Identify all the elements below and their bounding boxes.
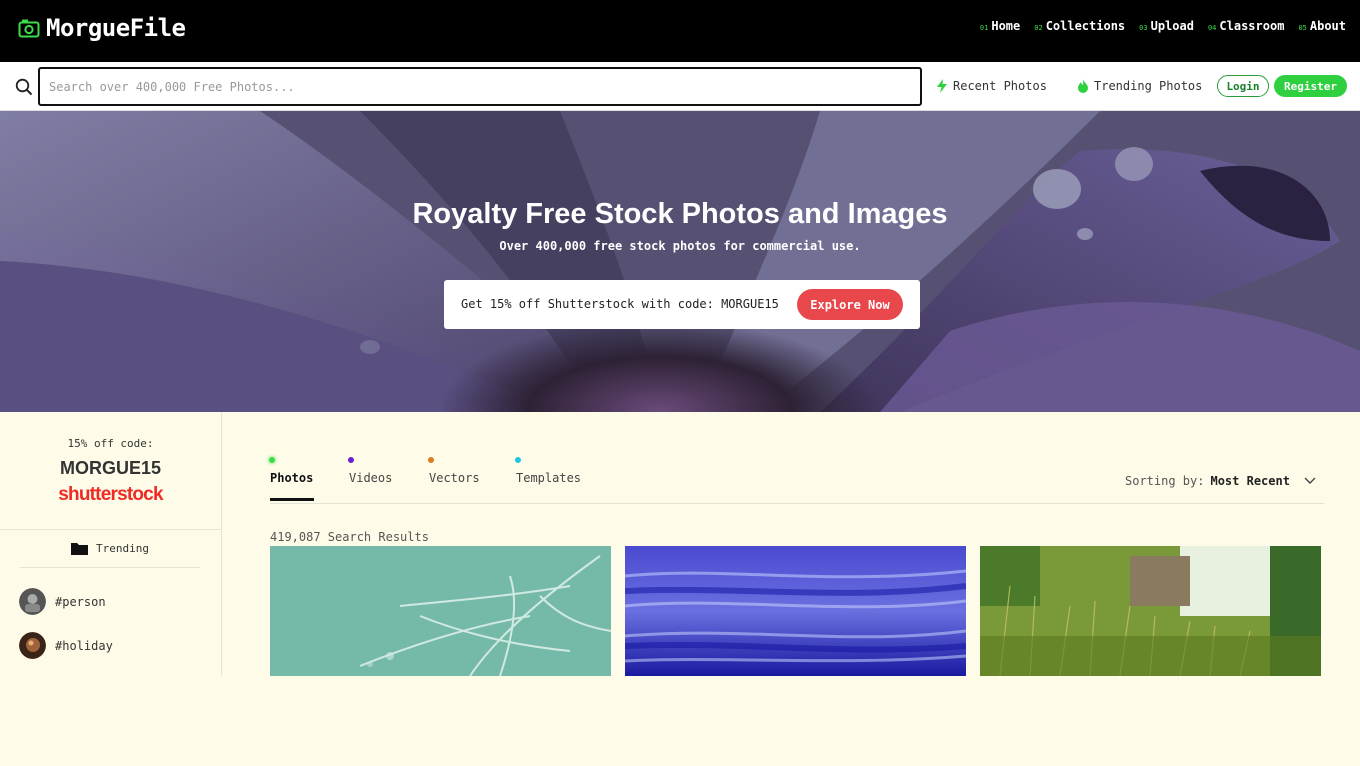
tab-photos[interactable]: Photos [269, 450, 314, 502]
nav-label: Home [991, 19, 1021, 33]
promo-code: MORGUE15 [59, 458, 162, 478]
brand-name: MorgueFile [46, 14, 186, 42]
nav-collections[interactable]: 02 Collections [1034, 19, 1125, 33]
trending-photos-label: Trending Photos [1094, 79, 1203, 93]
photo-thumbnail[interactable] [980, 546, 1321, 676]
sidebar-promo[interactable]: 15% off code: MORGUE15 shutterstock [0, 412, 221, 530]
photo-thumbnail[interactable] [625, 546, 966, 676]
hero-title: Royalty Free Stock Photos and Images [412, 198, 948, 230]
bolt-icon [937, 79, 947, 93]
tab-dot [348, 457, 354, 463]
recent-photos-link[interactable]: Recent Photos [936, 79, 1047, 93]
trending-label: Trending [96, 542, 149, 555]
search-icon[interactable] [15, 78, 33, 96]
chevron-down-icon [1304, 477, 1316, 484]
tab-dot [515, 457, 521, 463]
tag-label: #holiday [55, 638, 113, 653]
search-bar-row: Recent Photos Trending Photos Login Regi… [0, 62, 1360, 111]
flame-icon [1078, 79, 1088, 93]
tab-vectors[interactable]: Vectors [428, 450, 485, 502]
main-nav: 01 Home 02 Collections 03 Upload 04 Classroo… [980, 19, 1346, 33]
tag-avatar [19, 588, 46, 615]
nav-home[interactable]: 01 Home [980, 19, 1020, 33]
search-input[interactable] [38, 67, 922, 106]
login-button[interactable]: Login [1217, 75, 1269, 97]
folder-icon [71, 543, 88, 555]
promo-box: Get 15% off Shutterstock with code: MORG… [444, 280, 920, 329]
sidebar-trending[interactable]: Trending [20, 542, 200, 568]
tab-dot [269, 457, 275, 463]
sidebar: 15% off code: MORGUE15 shutterstock Tren… [0, 412, 222, 676]
tab-label: Videos [349, 471, 393, 485]
tab-dot [428, 457, 434, 463]
nav-label: Classroom [1219, 19, 1285, 33]
explore-now-button[interactable]: Explore Now [797, 289, 903, 320]
shutterstock-logo: shutterstock [58, 484, 163, 505]
tab-label: Templates [516, 471, 582, 485]
sort-dropdown[interactable]: Sorting by: Most Recent [1125, 474, 1316, 488]
tag-label: #person [55, 594, 106, 609]
promo-label: 15% off code: [67, 437, 154, 450]
results-count: 419,087 Search Results [270, 530, 429, 544]
top-navbar: MorgueFile 01 Home 02 Collections 03 Upload… [0, 0, 1360, 62]
tab-videos[interactable]: Videos [348, 450, 399, 502]
hero-subtitle: Over 400,000 free stock photos for comme… [499, 239, 861, 253]
hero-banner: Royalty Free Stock Photos and Images Ove… [0, 111, 1360, 412]
nav-number: 02 [1034, 24, 1043, 32]
nav-number: 01 [979, 24, 989, 32]
sort-label: Sorting by: [1125, 474, 1205, 488]
nav-label: Collections [1045, 19, 1126, 33]
nav-number: 04 [1207, 24, 1217, 32]
nav-classroom[interactable]: 04 Classroom [1208, 19, 1284, 33]
nav-upload[interactable]: 03 Upload [1139, 19, 1194, 33]
tab-label: Vectors [429, 471, 480, 485]
nav-label: Upload [1150, 19, 1194, 33]
tab-templates[interactable]: Templates [515, 450, 586, 502]
nav-about[interactable]: 05 About [1298, 19, 1346, 33]
nav-number: 05 [1298, 24, 1307, 32]
tag-item-holiday[interactable]: #holiday [19, 632, 113, 659]
recent-photos-label: Recent Photos [953, 79, 1047, 93]
sort-value: Most Recent [1210, 474, 1290, 488]
tab-label: Photos [270, 471, 314, 485]
photo-thumbnail[interactable] [270, 546, 611, 676]
trending-photos-link[interactable]: Trending Photos [1077, 79, 1202, 93]
promo-text: Get 15% off Shutterstock with code: MORG… [461, 297, 779, 311]
camera-icon [18, 19, 40, 38]
brand-logo[interactable]: MorgueFile [18, 14, 186, 42]
nav-label: About [1309, 19, 1346, 33]
tab-active-underline [270, 498, 314, 501]
tag-item-person[interactable]: #person [19, 588, 106, 615]
nav-number: 03 [1139, 24, 1148, 32]
tag-avatar [19, 632, 46, 659]
hero-flower-image [0, 111, 1360, 412]
register-button[interactable]: Register [1274, 75, 1347, 97]
